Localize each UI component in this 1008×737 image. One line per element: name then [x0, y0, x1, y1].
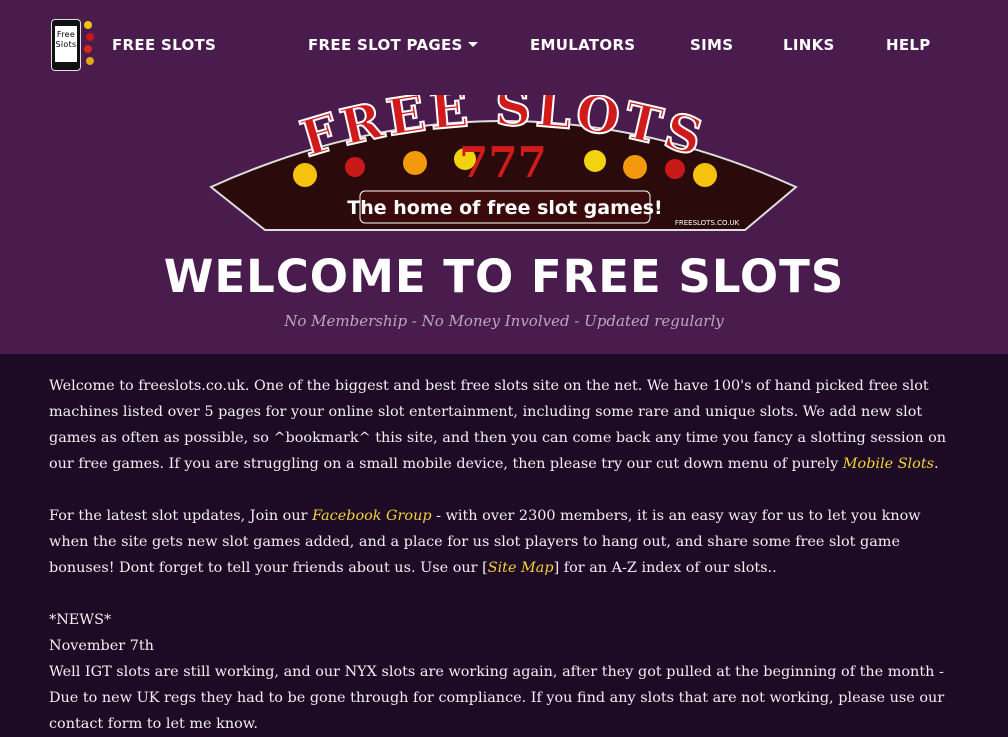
- bell-icon-2: [584, 150, 606, 172]
- navbar: Free Slots FREE SLOTS FREE SLOT PAGES EM…: [0, 0, 1008, 90]
- orange-icon: [403, 151, 427, 175]
- intro-end: .: [934, 456, 939, 472]
- seven-icon: 777: [459, 138, 547, 187]
- cherry-icon-2: [665, 159, 685, 179]
- chevron-down-icon: [467, 42, 478, 47]
- intro-paragraph: Welcome to freeslots.co.uk. One of the b…: [49, 373, 959, 477]
- page-title: WELCOME TO FREE SLOTS: [163, 250, 845, 303]
- intro-text: Welcome to freeslots.co.uk. One of the b…: [49, 378, 947, 472]
- nav-emulators[interactable]: EMULATORS: [530, 36, 635, 54]
- header: Free Slots FREE SLOTS FREE SLOT PAGES EM…: [0, 0, 1008, 354]
- site-map-link[interactable]: Site Map: [488, 560, 554, 576]
- nav-links[interactable]: LINKS: [783, 36, 835, 54]
- facebook-paragraph: For the latest slot updates, Join our Fa…: [49, 503, 959, 581]
- free-slots-logo: FREE SLOTS 777 The home of free slot gam…: [209, 95, 798, 231]
- news-date: November 7th: [49, 638, 154, 654]
- facebook-text: For the latest slot updates, Join our: [49, 508, 313, 524]
- phone-icon: Free Slots: [51, 19, 81, 71]
- cherry-icon: [86, 33, 94, 41]
- facebook-group-link[interactable]: Facebook Group: [312, 508, 432, 524]
- main-content: Welcome to freeslots.co.uk. One of the b…: [49, 373, 959, 737]
- page-subtitle: No Membership - No Money Involved - Upda…: [284, 312, 724, 330]
- news-text: Well IGT slots are still working, and ou…: [49, 664, 945, 732]
- bell-icon: [84, 21, 92, 29]
- bar-icon: [86, 57, 94, 65]
- logo-tagline: The home of free slot games!: [347, 197, 662, 219]
- orange-icon-2: [623, 155, 647, 179]
- cherry-icon: [345, 157, 365, 177]
- lemon-icon: [293, 163, 317, 187]
- nav-sims[interactable]: SIMS: [690, 36, 733, 54]
- logo-domain: FREESLOTS.CO.UK: [675, 219, 740, 227]
- brand-logo-icon[interactable]: Free Slots: [51, 19, 97, 71]
- seven-icon: [84, 45, 92, 53]
- nav-free-slot-pages[interactable]: FREE SLOT PAGES: [308, 36, 478, 54]
- nav-help[interactable]: HELP: [886, 36, 931, 54]
- nav-free-slot-pages-label: FREE SLOT PAGES: [308, 36, 463, 54]
- news-label: *NEWS*: [49, 612, 112, 628]
- brand-link[interactable]: FREE SLOTS: [112, 36, 216, 54]
- phone-screen-text: Free Slots: [55, 26, 77, 62]
- lemon-icon-2: [693, 163, 717, 187]
- mobile-slots-link[interactable]: Mobile Slots: [843, 456, 934, 472]
- facebook-end: ] for an A-Z index of our slots..: [553, 560, 777, 576]
